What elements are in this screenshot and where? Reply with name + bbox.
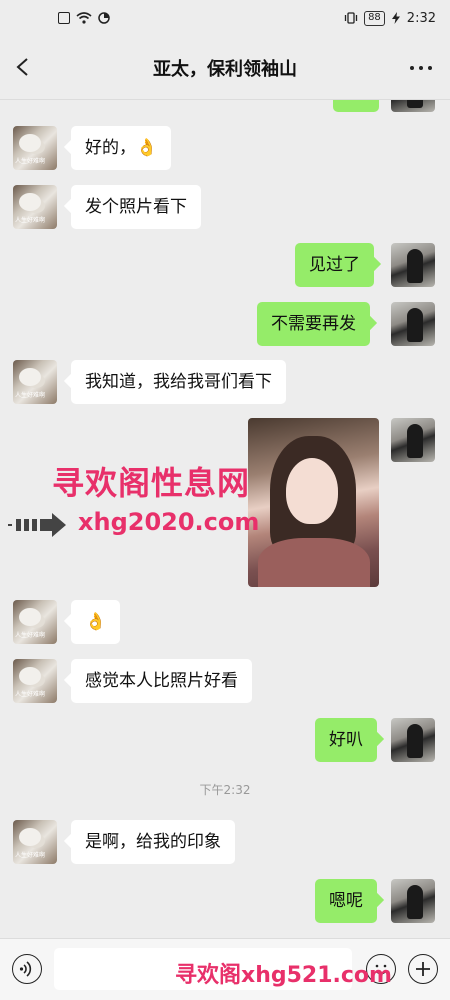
vibrate-icon — [344, 12, 358, 24]
wifi-icon — [76, 12, 92, 24]
more-options-icon[interactable] — [410, 66, 432, 70]
message-bubble[interactable]: 好的，👌 — [71, 126, 172, 170]
status-icons-left — [58, 12, 110, 24]
time-divider: 下午2:32 — [199, 783, 251, 797]
battery-level: 88 — [364, 10, 385, 26]
sim-alert-icon — [58, 12, 70, 24]
avatar-contact[interactable]: 人生好难啊 — [13, 600, 57, 644]
message-text: 好的， — [85, 138, 136, 158]
message-text: 发个照片看下 — [85, 197, 187, 217]
watermark-arrow-icon — [8, 513, 66, 537]
photo-message[interactable] — [248, 418, 379, 587]
avatar-self[interactable] — [391, 100, 435, 112]
message-bubble[interactable]: 好叭 — [315, 718, 377, 762]
watermark-text: 寻欢阁性息网 — [52, 464, 251, 502]
message-list[interactable]: 人生好难啊 好的，👌 人生好难啊 发个照片看下 见过了 不需要再发 人生好难啊 … — [0, 100, 450, 938]
input-bar: 寻欢阁xhg521.com — [0, 938, 450, 1000]
message-text: 是啊，给我的印象 — [85, 832, 221, 852]
message-bubble-partial[interactable] — [333, 100, 379, 112]
message-bubble[interactable]: 嗯呢 — [315, 879, 377, 923]
watermark-url: xhg2020.com — [78, 508, 260, 536]
data-usage-icon — [98, 12, 110, 24]
avatar-self[interactable] — [391, 879, 435, 923]
avatar-contact[interactable]: 人生好难啊 — [13, 126, 57, 170]
plus-icon — [416, 962, 430, 976]
message-bubble[interactable]: 👌 — [71, 600, 121, 644]
message-bubble[interactable]: 感觉本人比照片好看 — [71, 659, 252, 703]
ok-hand-emoji: 👌 — [85, 612, 107, 632]
avatar-self[interactable] — [391, 718, 435, 762]
message-text: 我知道，我给我哥们看下 — [85, 372, 272, 392]
avatar-self[interactable] — [391, 243, 435, 287]
chat-header: 亚太，保利领袖山 — [0, 36, 450, 100]
avatar-self[interactable] — [391, 418, 435, 462]
message-text: 嗯呢 — [329, 891, 363, 911]
status-icons-right: 88 2:32 — [344, 10, 436, 26]
message-bubble[interactable]: 是啊，给我的印象 — [71, 820, 235, 864]
avatar-contact[interactable]: 人生好难啊 — [13, 360, 57, 404]
more-actions-button[interactable] — [408, 954, 438, 984]
voice-input-button[interactable] — [12, 954, 42, 984]
status-time: 2:32 — [406, 10, 436, 26]
avatar-contact[interactable]: 人生好难啊 — [13, 820, 57, 864]
message-text: 见过了 — [309, 255, 360, 275]
avatar-self[interactable] — [391, 302, 435, 346]
message-bubble[interactable]: 不需要再发 — [257, 302, 370, 346]
message-bubble[interactable]: 发个照片看下 — [71, 185, 201, 229]
avatar-contact[interactable]: 人生好难啊 — [13, 185, 57, 229]
charging-icon — [391, 12, 400, 24]
message-bubble[interactable]: 我知道，我给我哥们看下 — [71, 360, 286, 404]
message-bubble[interactable]: 见过了 — [295, 243, 374, 287]
message-text: 好叭 — [329, 730, 363, 750]
chat-title: 亚太，保利领袖山 — [153, 58, 297, 80]
back-arrow-icon[interactable] — [12, 56, 34, 78]
watermark-footer: 寻欢阁xhg521.com — [175, 963, 392, 988]
message-text: 不需要再发 — [271, 314, 356, 334]
message-text: 感觉本人比照片好看 — [85, 671, 238, 691]
status-bar: 88 2:32 — [0, 0, 450, 36]
voice-icon — [19, 961, 32, 977]
ok-hand-emoji: 👌 — [136, 138, 158, 158]
avatar-contact[interactable]: 人生好难啊 — [13, 659, 57, 703]
